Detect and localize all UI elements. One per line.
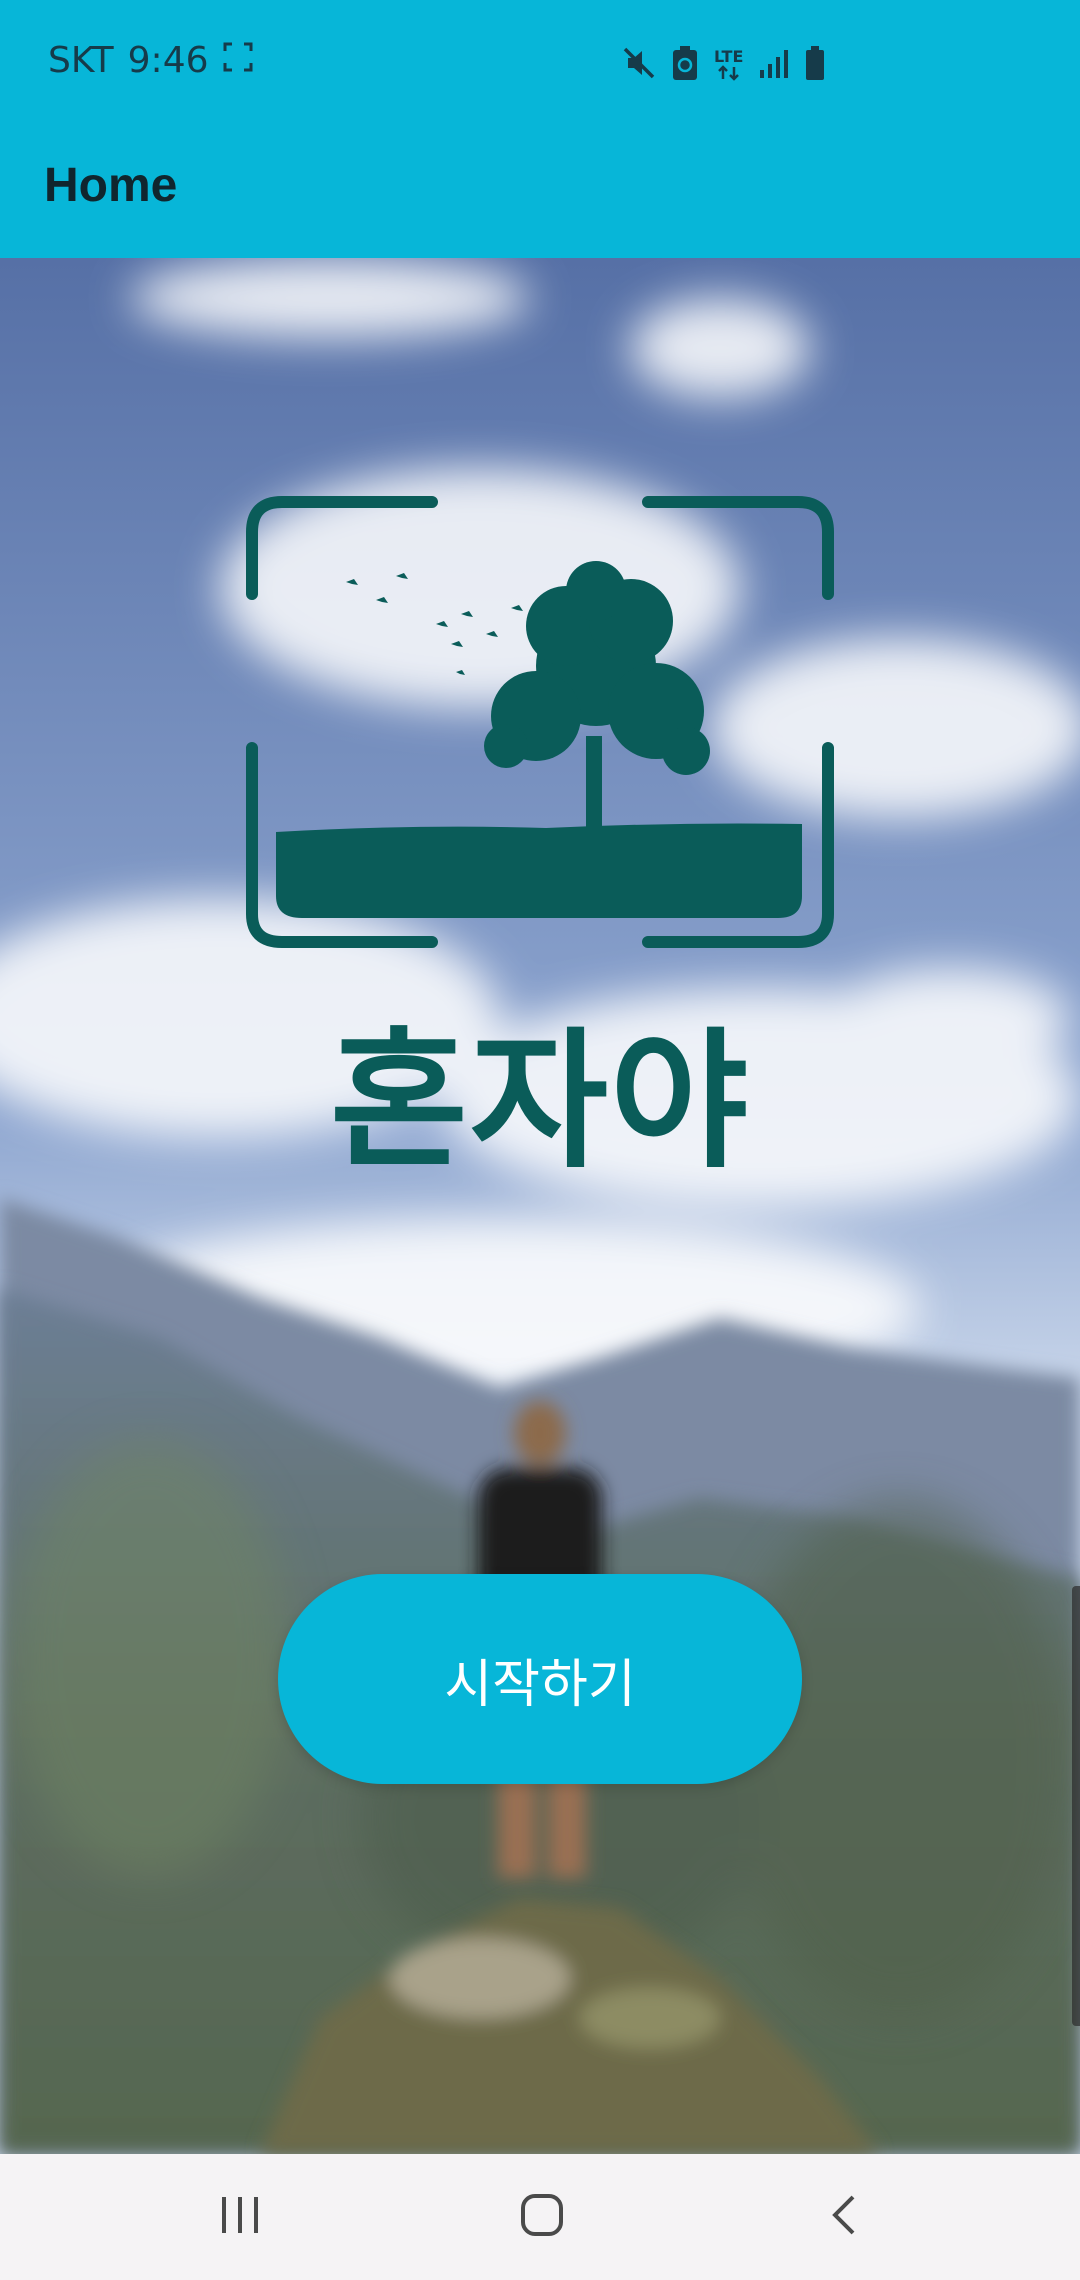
app-logo-text: 혼자야: [329, 1015, 750, 1189]
app-logo: [246, 496, 834, 948]
carrier-label: SKT: [48, 40, 114, 81]
recent-apps-button[interactable]: [170, 2154, 310, 2280]
screenshot-frame-icon: [223, 40, 253, 81]
mute-icon: [622, 46, 656, 84]
app-bar: Home: [0, 136, 1080, 258]
start-button[interactable]: 시작하기: [278, 1574, 802, 1784]
back-button[interactable]: [774, 2154, 914, 2280]
status-bar: SKT 9:46 LTE: [0, 0, 1080, 136]
edge-panel-handle[interactable]: [1072, 1586, 1080, 2026]
home-button[interactable]: [472, 2154, 612, 2280]
status-left: SKT 9:46: [48, 40, 253, 81]
lte-data-icon: LTE: [714, 49, 743, 81]
status-icons: LTE: [622, 46, 825, 84]
battery-icon: [805, 46, 825, 84]
back-icon: [829, 2193, 859, 2241]
navigation-bar: [0, 2154, 1080, 2280]
signal-icon: [759, 48, 789, 82]
recent-apps-icon: [218, 2195, 262, 2239]
battery-saver-icon: [672, 46, 698, 84]
home-icon: [520, 2193, 564, 2241]
page-title: Home: [44, 159, 178, 212]
lte-label: LTE: [714, 47, 744, 66]
clock: 9:46: [127, 40, 209, 81]
